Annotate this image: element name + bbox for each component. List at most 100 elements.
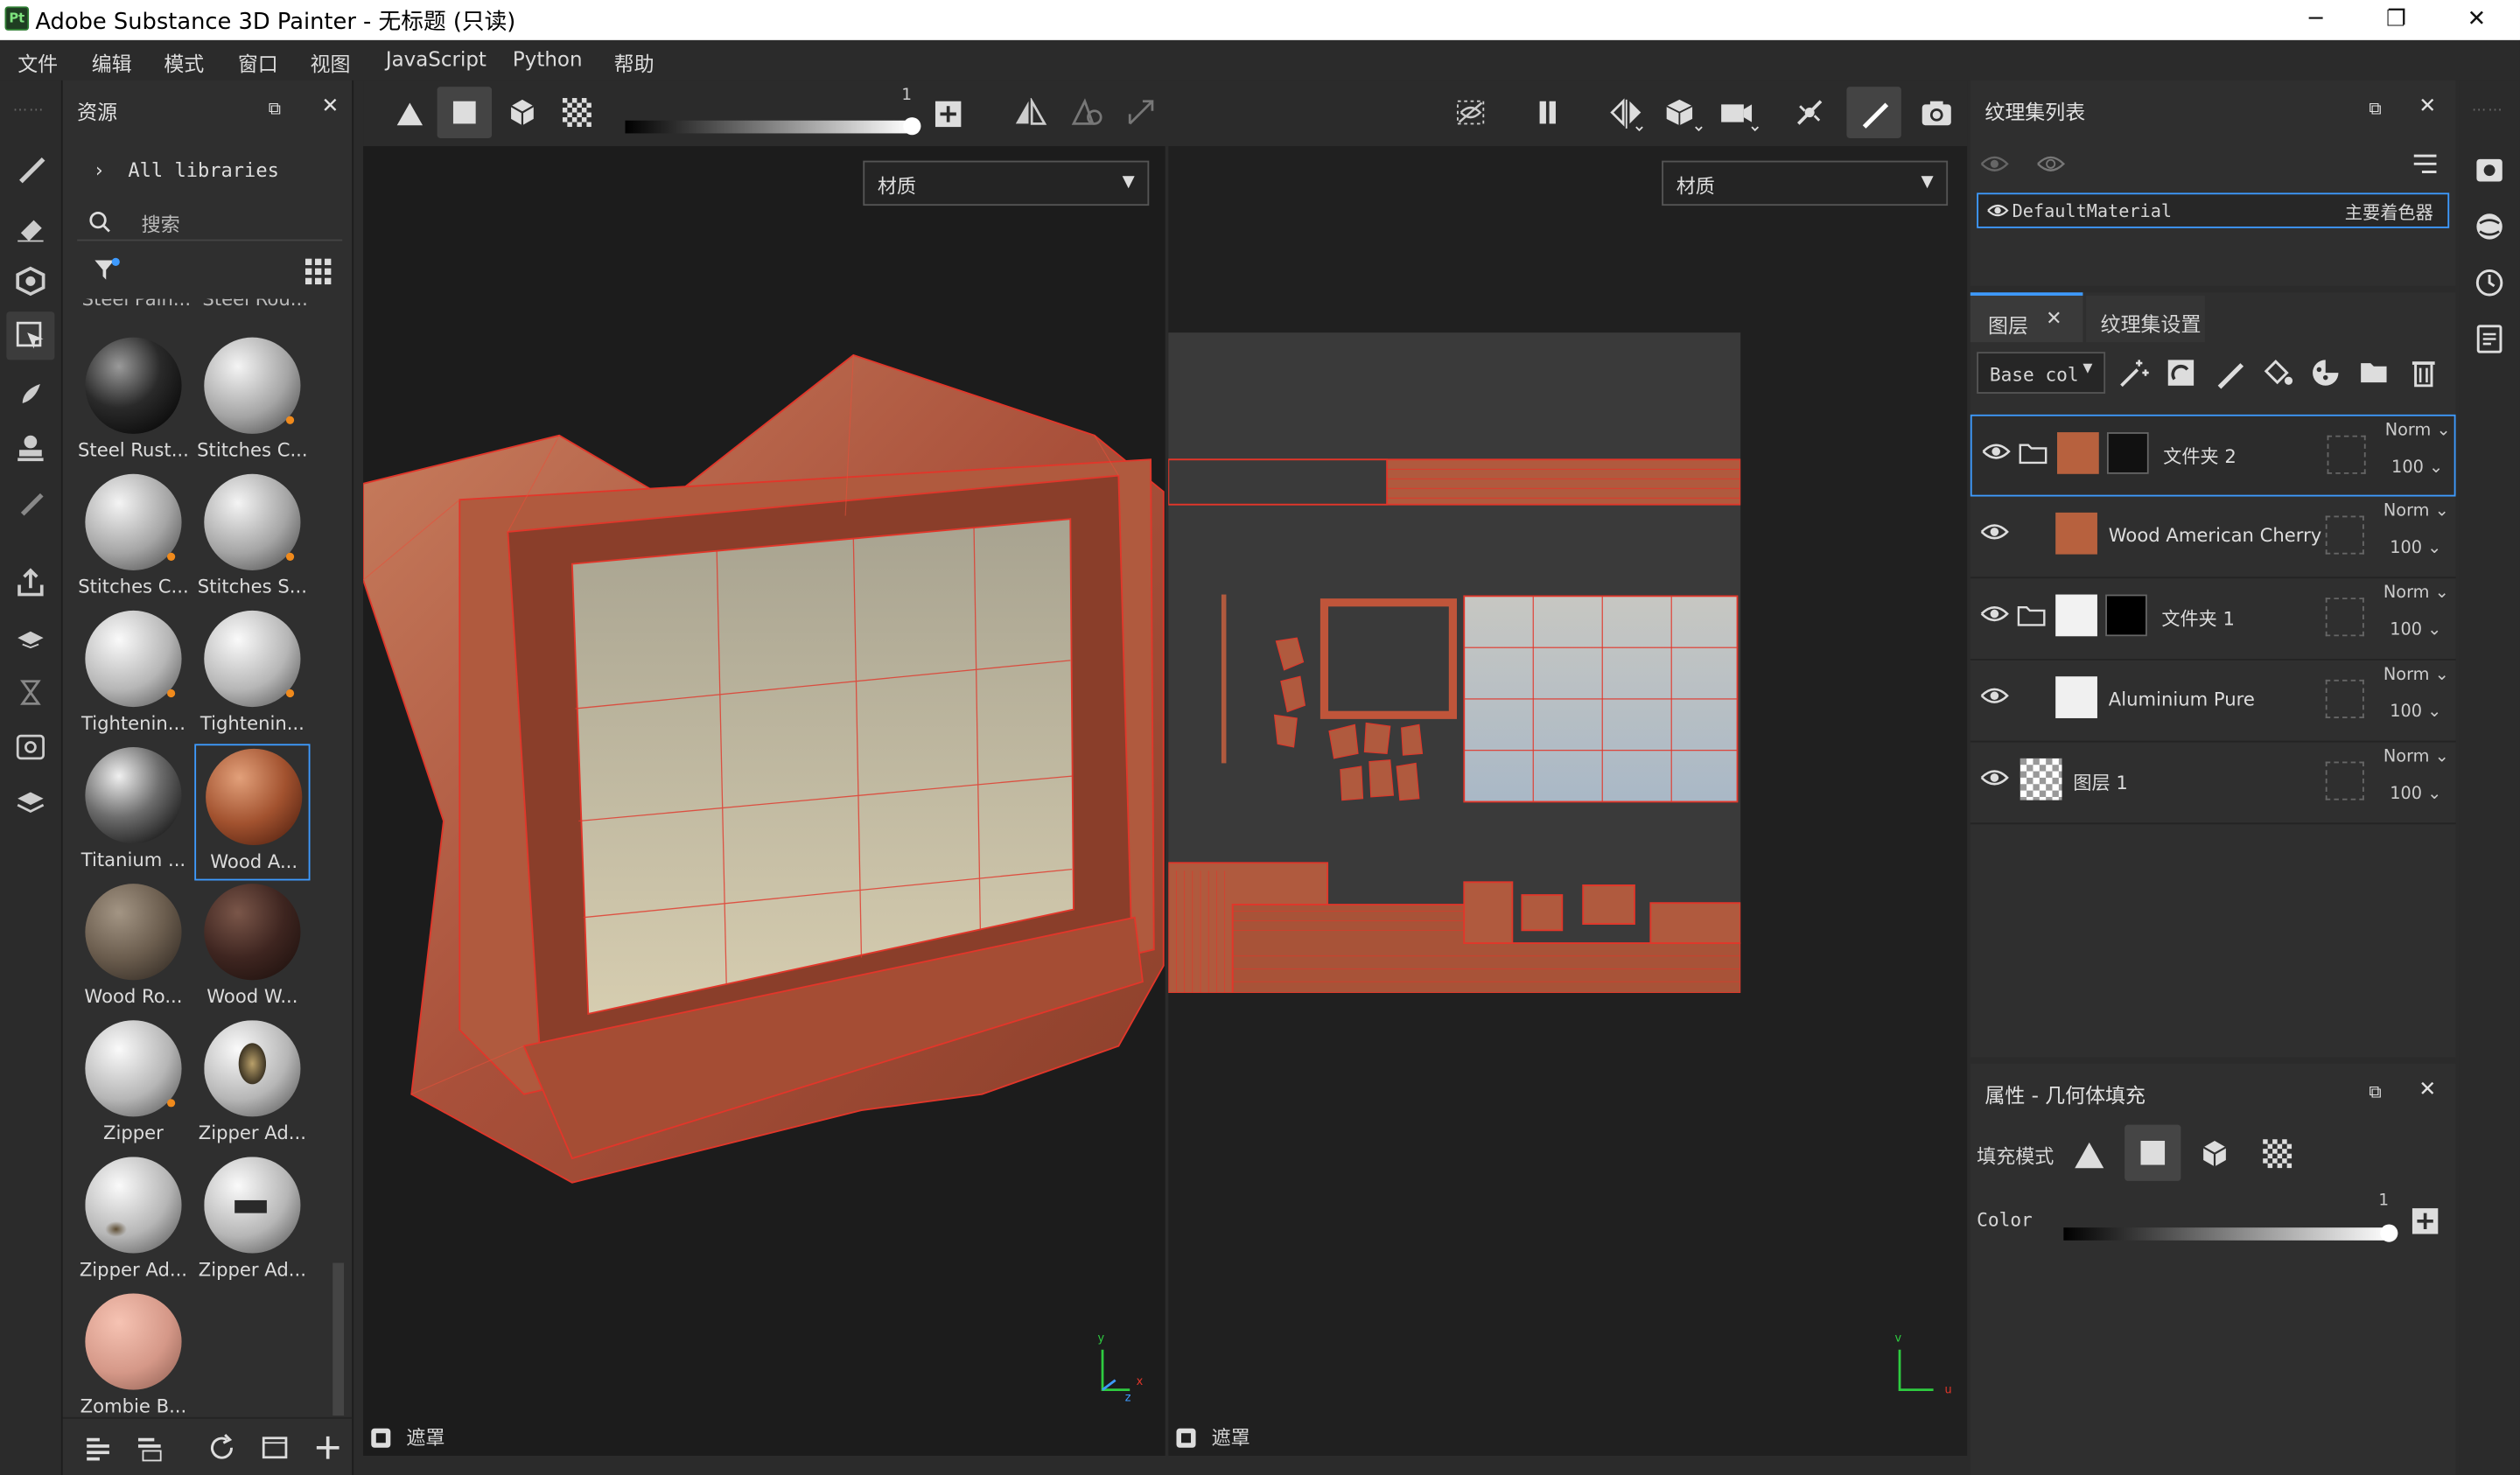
layer-mask-slot[interactable] bbox=[2325, 598, 2364, 637]
window-frame-model[interactable] bbox=[363, 339, 1166, 1207]
camera-icon[interactable] bbox=[1719, 96, 1761, 132]
opacity-field[interactable]: 100 ⌄ bbox=[2391, 458, 2443, 477]
folder-icon[interactable] bbox=[2017, 605, 2046, 627]
filter-icon[interactable] bbox=[94, 257, 122, 286]
menu-python[interactable]: Python bbox=[513, 46, 583, 71]
layer-row[interactable]: 图层 1 Norm ⌄ 100 ⌄ bbox=[1970, 743, 2456, 825]
material-tile[interactable]: Stitches S... bbox=[194, 471, 310, 607]
triangle-fill-icon[interactable] bbox=[2073, 1141, 2105, 1170]
viewport-2d-channel-dropdown[interactable]: 材质 ▼ bbox=[1662, 160, 1949, 206]
tab-texture-settings[interactable]: 纹理集设置 bbox=[2086, 295, 2205, 343]
material-tile[interactable]: Zipper Ad... bbox=[75, 1154, 191, 1290]
eraser-icon[interactable] bbox=[6, 202, 54, 250]
add-icon[interactable] bbox=[313, 1433, 342, 1462]
material-tile[interactable]: Tightenin... bbox=[194, 607, 310, 744]
material-tile[interactable]: Wood W... bbox=[194, 880, 310, 1017]
menu-help[interactable]: 帮助 bbox=[614, 46, 654, 77]
blend-mode-dropdown[interactable]: Norm ⌄ bbox=[2384, 747, 2449, 766]
show-all-icon[interactable] bbox=[2036, 152, 2066, 175]
environment-icon[interactable] bbox=[2474, 211, 2506, 243]
layer-row[interactable]: 文件夹 1 Norm ⌄ 100 ⌄ bbox=[1970, 578, 2456, 661]
eye-icon[interactable] bbox=[1982, 442, 2011, 461]
blend-mode-dropdown[interactable]: Norm ⌄ bbox=[2385, 421, 2451, 440]
smudge-icon[interactable] bbox=[6, 369, 54, 417]
transform-icon[interactable] bbox=[1127, 98, 1156, 127]
menu-view[interactable]: 视图 bbox=[310, 46, 350, 77]
screenshot-icon[interactable] bbox=[1921, 98, 1953, 127]
material-tile[interactable]: Steel Rust... bbox=[75, 334, 191, 471]
square-fill-button[interactable] bbox=[437, 87, 493, 138]
random-seed-icon[interactable] bbox=[2411, 1206, 2440, 1235]
add-fill-layer-icon[interactable] bbox=[2261, 357, 2293, 389]
search-display-icon[interactable] bbox=[6, 723, 54, 771]
smart-material-icon[interactable] bbox=[2309, 357, 2342, 389]
texture-set-row[interactable]: DefaultMaterial 主要着色器 bbox=[1977, 192, 2450, 228]
undock-icon[interactable]: ⧉ bbox=[2369, 1081, 2381, 1104]
bake-scene-icon[interactable] bbox=[1794, 96, 1826, 129]
undock-icon[interactable]: ⧉ bbox=[2369, 98, 2381, 121]
layer-mask-slot[interactable] bbox=[2325, 515, 2364, 555]
search-input[interactable]: 搜索 bbox=[142, 211, 180, 238]
eye-icon[interactable] bbox=[1980, 605, 2009, 624]
eye-icon[interactable] bbox=[1980, 768, 2009, 787]
close-tab-icon[interactable]: ✕ bbox=[2046, 307, 2062, 330]
add-mask-icon[interactable] bbox=[2165, 357, 2197, 389]
mask-toggle[interactable]: 遮罩 bbox=[371, 1423, 444, 1451]
shelf-icon[interactable] bbox=[6, 778, 54, 826]
blend-mode-dropdown[interactable]: Norm ⌄ bbox=[2384, 665, 2449, 684]
material-tile[interactable]: Zipper Ad... bbox=[194, 1154, 310, 1290]
delete-icon[interactable] bbox=[2407, 357, 2440, 389]
menu-edit[interactable]: 编辑 bbox=[92, 46, 132, 77]
lazy-mouse-icon[interactable] bbox=[1070, 98, 1102, 127]
symmetry-icon[interactable] bbox=[1012, 98, 1047, 127]
paint-mode-button[interactable] bbox=[1846, 87, 1901, 138]
window-icon[interactable] bbox=[261, 1433, 290, 1462]
texture-set-settings-icon[interactable] bbox=[2474, 154, 2506, 186]
material-tile[interactable]: Zombie B... bbox=[75, 1290, 191, 1425]
triangle-fill-icon[interactable] bbox=[396, 100, 424, 129]
bake-icon[interactable] bbox=[6, 614, 54, 662]
layer-row[interactable]: 文件夹 2 Norm ⌄ 100 ⌄ bbox=[1970, 414, 2456, 497]
minimize-button[interactable]: ─ bbox=[2284, 3, 2348, 36]
refresh-icon[interactable] bbox=[207, 1433, 236, 1462]
mask-checkbox[interactable] bbox=[371, 1428, 391, 1448]
viewport-3d-channel-dropdown[interactable]: 材质 ▼ bbox=[863, 160, 1150, 206]
color-slider[interactable] bbox=[2063, 1227, 2392, 1241]
slider-handle[interactable] bbox=[2380, 1224, 2398, 1242]
grid-view-icon[interactable] bbox=[304, 257, 332, 286]
pause-icon[interactable] bbox=[1535, 100, 1560, 125]
blend-mode-dropdown[interactable]: Norm ⌄ bbox=[2384, 584, 2449, 603]
folder-icon[interactable] bbox=[2019, 442, 2048, 465]
log-icon[interactable] bbox=[2474, 323, 2506, 355]
tab-layers[interactable]: 图层 ✕ bbox=[1970, 292, 2083, 343]
layer-row[interactable]: Wood American Cherry Norm ⌄ 100 ⌄ bbox=[1970, 497, 2456, 579]
close-panel-icon[interactable]: ✕ bbox=[2418, 94, 2436, 119]
menu-mode[interactable]: 模式 bbox=[164, 46, 204, 77]
material-tile[interactable]: Stitches C... bbox=[75, 471, 191, 607]
restore-button[interactable]: ❐ bbox=[2364, 3, 2428, 36]
library-breadcrumb[interactable]: › All libraries bbox=[94, 159, 279, 182]
material-tile[interactable]: Zipper bbox=[75, 1017, 191, 1154]
eye-icon[interactable] bbox=[1980, 522, 2009, 542]
history-icon[interactable] bbox=[2474, 267, 2506, 299]
eye-icon[interactable] bbox=[1986, 202, 2009, 218]
add-effect-icon[interactable] bbox=[2118, 357, 2151, 389]
opacity-field[interactable]: 100 ⌄ bbox=[2390, 620, 2441, 640]
material-tile[interactable]: Stitches C... bbox=[194, 334, 310, 471]
opacity-field[interactable]: 100 ⌄ bbox=[2390, 538, 2441, 557]
mask-checkbox[interactable] bbox=[1176, 1428, 1196, 1448]
material-tile[interactable]: Titanium ... bbox=[75, 744, 191, 880]
checker-fill-icon[interactable] bbox=[562, 98, 592, 128]
hide-icon[interactable] bbox=[1454, 98, 1487, 127]
hide-all-icon[interactable] bbox=[1980, 152, 2009, 175]
menu-file[interactable]: 文件 bbox=[18, 46, 58, 77]
add-folder-icon[interactable] bbox=[2357, 357, 2390, 389]
collection-icon[interactable] bbox=[135, 1433, 164, 1462]
material-tile[interactable]: Wood A... bbox=[194, 744, 311, 881]
mask-toggle[interactable]: 遮罩 bbox=[1176, 1423, 1250, 1451]
material-tile[interactable]: Wood Ro... bbox=[75, 880, 191, 1017]
eye-icon[interactable] bbox=[1980, 686, 2009, 705]
clone-stamp-icon[interactable] bbox=[6, 424, 54, 472]
display-cube-icon[interactable] bbox=[1663, 96, 1705, 132]
projection-icon[interactable] bbox=[6, 257, 54, 305]
